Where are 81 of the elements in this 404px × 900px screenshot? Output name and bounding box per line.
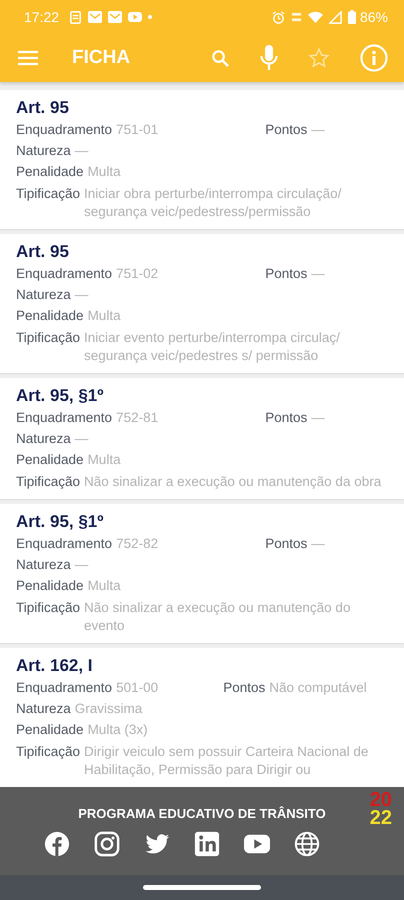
article-title: Art. 95, §1º [16,511,104,533]
logo-year-text: 22 [370,809,392,827]
field-label: Natureza [16,286,71,304]
field-label: Tipificação [16,329,80,347]
linkedin-icon[interactable] [194,831,220,857]
article-title: Art. 95 [16,241,70,263]
field-label: Natureza [16,430,71,448]
battery-icon [348,10,356,24]
field-label: Pontos [265,535,308,553]
field-label: Natureza [16,142,71,160]
field-value: Iniciar obra perturbe/interrompa circulação/ segurança veic/pedestress/permissão [84,185,342,221]
dot-icon [148,15,152,19]
field-label: Penalidade [16,577,84,595]
field-label: Tipificação [16,599,80,617]
alarm-icon [272,10,285,24]
article-title: Art. 162, I [16,655,94,677]
field-value: Multa (3x) [88,721,149,739]
field-value: Não sinalizar a execução ou manutenção da obra [84,473,382,491]
field-label: Tipificação [16,473,80,491]
battery-level: 86% [360,9,388,25]
banner-title: PROGRAMA EDUCATIVO DE TRÂNSITO [78,806,326,820]
facebook-icon[interactable] [44,831,70,857]
notification-icon [69,10,82,24]
field-value: 501-00 [116,679,158,697]
field-value: Multa [88,451,122,469]
field-label: Enquadramento [16,409,112,427]
field-value: 751-02 [116,265,158,283]
field-label: Penalidade [16,307,84,325]
field-label: Pontos [265,265,308,283]
field-value: Iniciar evento perturbe/interrompa circulaç/ segurança veic/pedestres s/ permissão [84,329,341,365]
field-value: Multa [88,577,122,595]
field-value: 752-81 [116,409,158,427]
field-label: Pontos [223,679,266,697]
video-icon [128,10,142,24]
clock-time: 17:22 [24,9,60,25]
field-label: Tipificação [16,185,80,203]
signal-icon [328,10,342,24]
field-label: Enquadramento [16,265,112,283]
field-label: Penalidade [16,451,84,469]
field-label: Natureza [16,556,71,574]
record-card[interactable]: Art. 95, §1º Enquadramento 752-81 Pontos — Natureza — Penalidade Multa Tipificação Não sinalizar a execução ou manutenção da obra [0,378,404,499]
record-card[interactable]: Art. 162, I Enquadramento 501-00 Pontos Não computável Natureza Gravissima Penalidade Multa (3x) Tipificação Dirigir veiculo sem possuir Carteira Nacional de Habilitação, Permissão para Dirigir ou [0,648,404,787]
article-title: Art. 95 [16,97,70,119]
globe-icon[interactable] [294,831,320,857]
field-value: — [74,430,90,448]
field-label: Tipificação [16,743,80,761]
field-value: Gravissima [74,700,144,718]
wifi-icon [308,10,323,24]
field-value: 752-82 [116,535,158,553]
field-label: Penalidade [16,163,84,181]
mail-icon [88,10,102,24]
field-value: — [74,286,90,304]
logo-year-text: 20 [370,791,392,809]
field-value: 751-01 [116,121,158,139]
field-value: Não sinalizar a execução ou manutenção do evento [84,599,352,635]
home-handle[interactable] [143,885,261,890]
screen-title: FICHA [72,47,132,69]
field-value: — [311,535,325,553]
field-label: Penalidade [16,721,84,739]
record-card[interactable]: Art. 95, §1º Enquadramento 752-82 Pontos — Natureza — Penalidade Multa Tipificação Não sinalizar a execução ou manutenção do evento [0,504,404,643]
field-label: Enquadramento [16,679,112,697]
field-label: Natureza [16,700,71,718]
article-title: Art. 95, §1º [16,385,104,407]
field-label: Enquadramento [16,121,112,139]
mail-icon [108,10,122,24]
field-value: — [311,121,325,139]
field-value: Dirigir veiculo sem possuir Carteira Nacional de Habilitação, Permissão para Dirigir ou [84,743,370,779]
instagram-icon[interactable] [94,831,120,857]
field-label: Pontos [265,409,308,427]
record-card[interactable]: Art. 95 Enquadramento 751-01 Pontos — Natureza — Penalidade Multa Tipificação Iniciar obra perturbe/interrompa circulação/ segurança veic/pedestress/permissão [0,90,404,229]
field-label: Enquadramento [16,535,112,553]
star-icon[interactable] [308,47,330,69]
field-label: Pontos [265,121,308,139]
record-card[interactable]: Art. 95 Enquadramento 751-02 Pontos — Natureza — Penalidade Multa Tipificação Iniciar evento perturbe/interrompa circulaç/ segurança veic/pedestres s/ permissão [0,234,404,373]
field-value: — [311,409,325,427]
field-value: — [74,142,90,160]
field-value: Multa [88,163,122,181]
field-value: Não computável [269,679,367,697]
field-value: Multa [88,307,122,325]
field-value: — [311,265,325,283]
field-value: — [74,556,90,574]
